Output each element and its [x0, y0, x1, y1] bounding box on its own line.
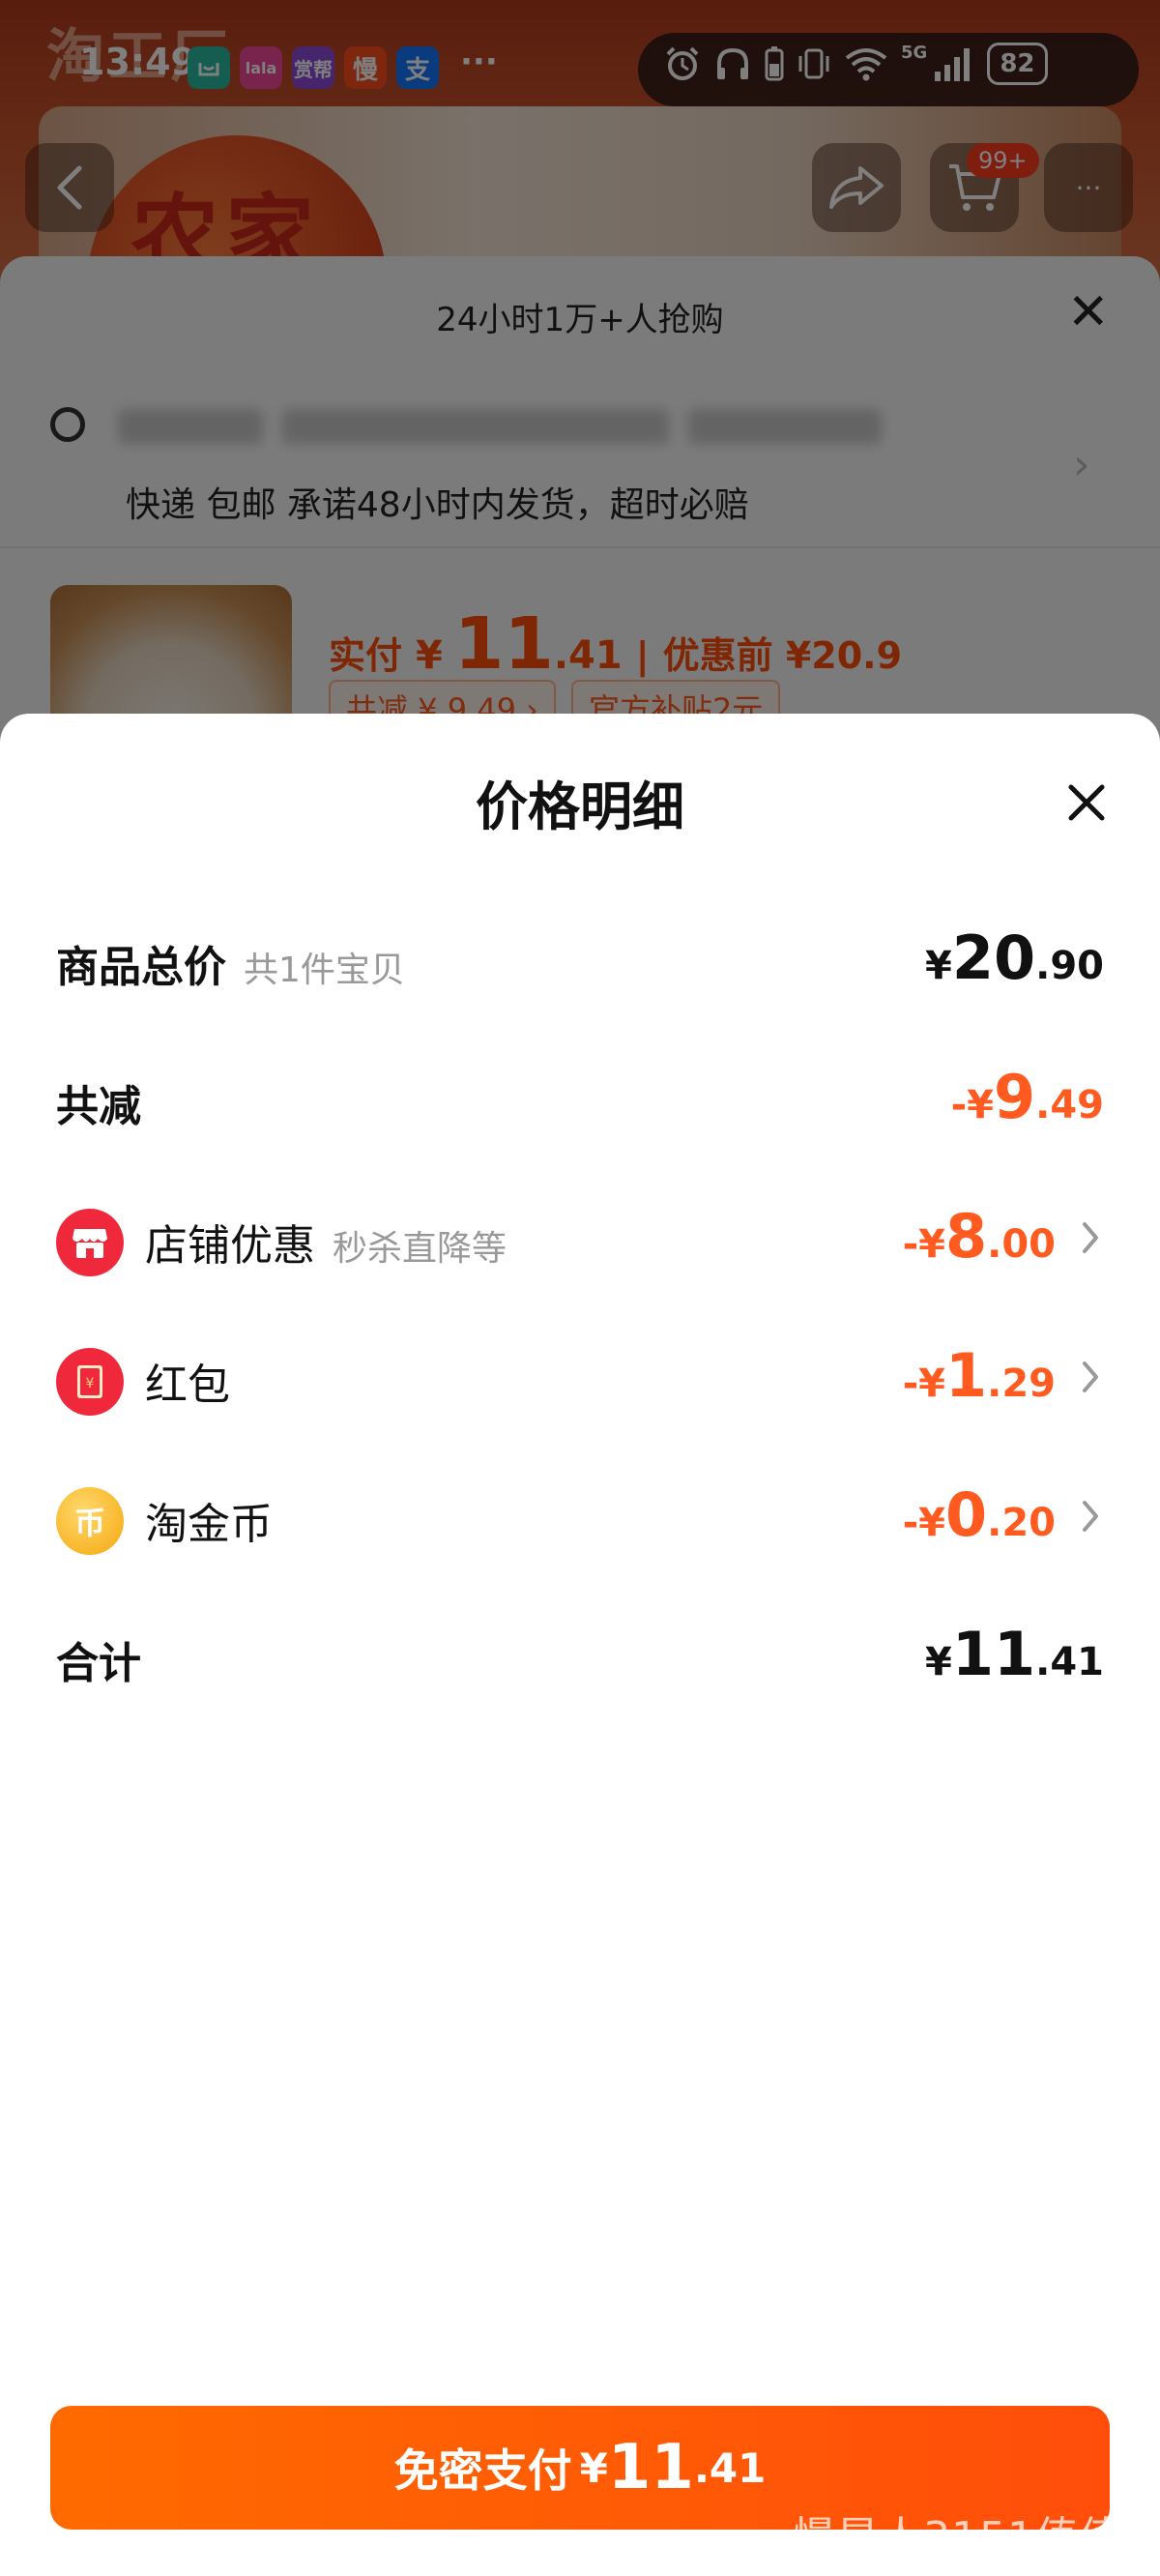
svg-text:¥: ¥: [86, 1376, 95, 1391]
sum-amount: ¥11.41: [925, 1619, 1104, 1689]
currency-sign: -¥: [950, 1083, 994, 1127]
shop-discount-label: 店铺优惠 秒杀直降等: [145, 1211, 507, 1273]
total-reduction-label: 共减: [56, 1082, 141, 1131]
amount-dec: .41: [1035, 1640, 1104, 1684]
amount-dec: .49: [1035, 1083, 1104, 1127]
goods-total-label-text: 商品总价: [56, 943, 226, 992]
currency-sign: -¥: [902, 1501, 945, 1545]
taojinbi-amount: -¥ 0.20: [903, 1479, 1056, 1550]
currency-sign: ¥: [925, 1640, 952, 1684]
amount-dec: .29: [987, 1361, 1056, 1406]
price-detail-sheet: 价格明细 商品总价 共1件宝贝 ¥20.90 共减 -¥ 9.49 店铺优惠 秒杀直降…: [0, 714, 1160, 2576]
chevron-right-icon: [1083, 1222, 1098, 1253]
price-detail-title: 价格明细: [476, 776, 684, 837]
currency-sign: ¥: [925, 944, 952, 988]
taojinbi-label: 淘金币: [145, 1500, 273, 1549]
pay-button-int: 11: [607, 2432, 694, 2503]
close-icon[interactable]: [1061, 777, 1112, 828]
pay-button-dec: .41: [693, 2444, 767, 2492]
currency-sign: -¥: [902, 1361, 945, 1406]
amount-int: 9: [994, 1062, 1036, 1132]
red-packet-label: 红包: [145, 1361, 230, 1410]
row-total-reduction: 共减 -¥ 9.49: [56, 1054, 1104, 1141]
sum-label: 合计: [56, 1639, 141, 1688]
amount-dec: .20: [987, 1501, 1056, 1545]
red-packet-amount: -¥ 1.29: [903, 1340, 1056, 1411]
goods-total-amount: ¥20.90: [925, 922, 1104, 993]
chevron-right-icon: [1083, 1361, 1098, 1392]
shop-discount-sub: 秒杀直降等: [333, 1229, 508, 1269]
total-reduction-amount: -¥ 9.49: [951, 1062, 1104, 1132]
row-taojinbi[interactable]: 币 淘金币 -¥ 0.20: [56, 1472, 1104, 1559]
pay-button-sign: ¥: [579, 2444, 608, 2492]
chevron-right-icon: [1083, 1501, 1098, 1532]
amount-int: 20: [951, 922, 1036, 993]
amount-dec: .90: [1035, 944, 1104, 988]
row-sum: 合计 ¥11.41: [56, 1611, 1104, 1698]
row-goods-total: 商品总价 共1件宝贝 ¥20.90: [56, 915, 1104, 1002]
goods-count: 共1件宝贝: [244, 951, 405, 990]
amount-dec: .00: [987, 1222, 1056, 1267]
shop-discount-amount: -¥ 8.00: [903, 1201, 1056, 1272]
amount-int: 11: [951, 1619, 1036, 1689]
currency-sign: -¥: [902, 1222, 945, 1267]
pay-button-label: 免密支付: [393, 2444, 572, 2497]
amount-int: 8: [945, 1201, 988, 1272]
amount-int: 1: [945, 1340, 988, 1411]
row-shop-discount[interactable]: 店铺优惠 秒杀直降等 -¥ 8.00: [56, 1193, 1104, 1280]
goods-total-label: 商品总价 共1件宝贝: [56, 932, 405, 994]
shop-icon: [56, 1209, 124, 1276]
coin-glyph: 币: [73, 1505, 105, 1541]
watermark-url: zhizhizhi.com: [1023, 2549, 1141, 2569]
taojinbi-coin-icon: 币: [56, 1487, 124, 1555]
row-red-packet[interactable]: ¥ 红包 -¥ 1.29: [56, 1332, 1104, 1420]
amount-int: 0: [945, 1479, 988, 1550]
red-packet-icon: ¥: [56, 1348, 124, 1416]
shop-discount-label-text: 店铺优惠: [145, 1221, 315, 1271]
